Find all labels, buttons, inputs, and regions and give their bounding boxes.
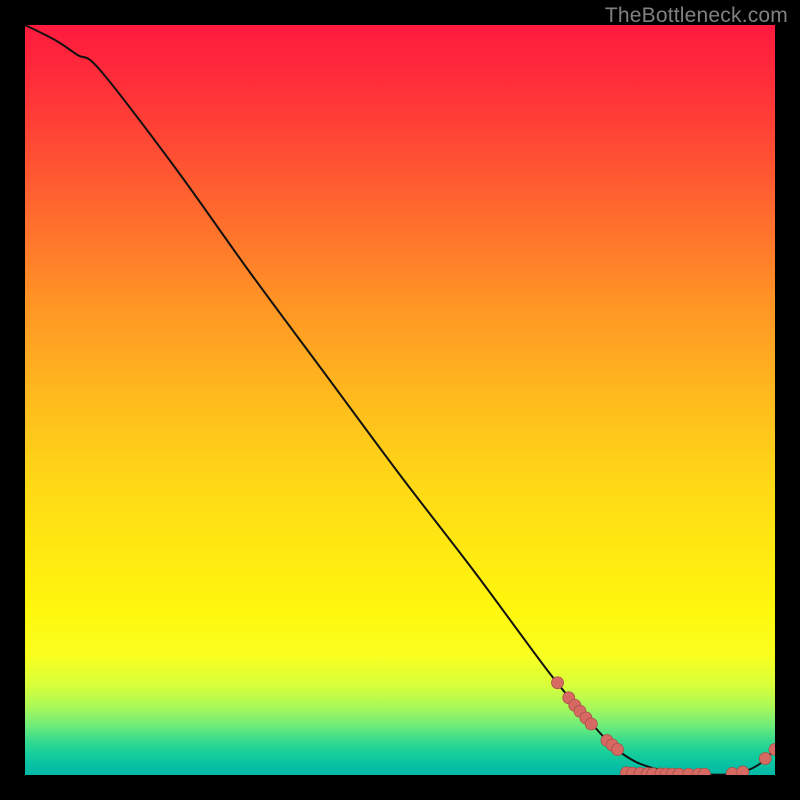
curve-marker bbox=[552, 677, 564, 689]
curve-markers bbox=[552, 677, 776, 775]
curve-marker bbox=[759, 753, 771, 765]
plot-area bbox=[25, 25, 775, 775]
watermark-text: TheBottleneck.com bbox=[605, 4, 788, 28]
curve-marker bbox=[612, 744, 624, 756]
bottleneck-curve-path bbox=[25, 25, 775, 775]
curve-marker bbox=[585, 718, 597, 730]
chart-stage: TheBottleneck.com bbox=[0, 0, 800, 800]
curve-marker bbox=[737, 766, 749, 775]
curve-layer bbox=[25, 25, 775, 775]
